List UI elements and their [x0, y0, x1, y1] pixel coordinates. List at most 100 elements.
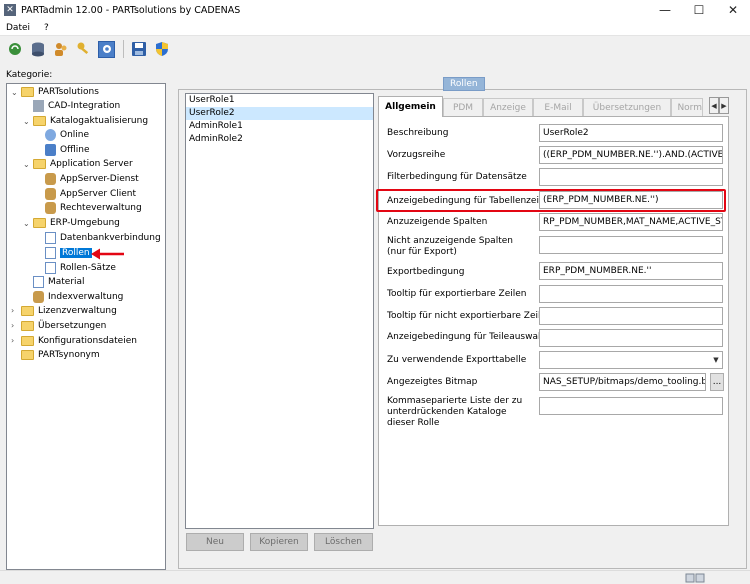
tree-item-indexverwaltung[interactable]: Indexverwaltung [33, 290, 123, 304]
tree-item-online[interactable]: Online [45, 128, 89, 142]
collapse-chevron-icon[interactable]: ⌄ [23, 219, 30, 228]
folder-icon [33, 116, 46, 126]
save-icon[interactable] [130, 41, 147, 58]
tab-email[interactable]: E-Mail [533, 98, 583, 116]
service-icon [45, 173, 56, 185]
tooltip-not-exportable-field[interactable] [539, 307, 723, 325]
tree-item-label: Lizenzverwaltung [38, 306, 117, 316]
menu-help[interactable]: ? [44, 23, 49, 33]
tree-item-erp-umgebung[interactable]: ERP-Umgebung [33, 216, 120, 230]
tree-item-material[interactable]: Material [33, 275, 85, 289]
category-tree: ⌄ PARTsolutions CAD-Integration ⌄ Katalo… [6, 83, 166, 570]
collapse-chevron-icon[interactable]: ⌄ [23, 117, 30, 126]
maximize-button[interactable]: ☐ [682, 0, 716, 20]
status-grip-icon [685, 573, 705, 583]
hidden-columns-field[interactable] [539, 236, 723, 254]
list-item[interactable]: AdminRole2 [186, 133, 373, 146]
minimize-button[interactable]: — [648, 0, 682, 20]
folder-icon [33, 218, 46, 228]
export-condition-label: Exportbedingung [387, 267, 465, 277]
expand-chevron-icon[interactable]: › [11, 336, 14, 345]
bitmap-field[interactable]: NAS_SETUP/bitmaps/demo_tooling.bmp [539, 373, 706, 391]
tab-norm[interactable]: Norm [671, 98, 703, 116]
tab-allgemein[interactable]: Allgemein [378, 96, 443, 117]
refresh-icon[interactable] [6, 41, 23, 58]
tree-item-rollen[interactable]: Rollen [45, 246, 92, 260]
list-item[interactable]: AdminRole1 [186, 120, 373, 133]
tab-pdm[interactable]: PDM [443, 98, 483, 116]
tree-item-label: Rechteverwaltung [60, 203, 142, 213]
copy-button[interactable]: Kopieren [250, 533, 308, 551]
shield-icon[interactable] [153, 41, 170, 58]
tree-item-datenbankverbindung[interactable]: Datenbankverbindung [45, 231, 161, 245]
filter-condition-field[interactable] [539, 168, 723, 186]
list-item[interactable]: UserRole1 [186, 94, 373, 107]
tree-item-uebersetzungen[interactable]: Übersetzungen [21, 319, 106, 333]
toolbar [0, 36, 750, 62]
tree-item-label: AppServer Client [60, 189, 137, 199]
displayed-columns-field[interactable]: RP_PDM_NUMBER,MAT_NAME,ACTIVE_STATE [539, 213, 723, 231]
export-condition-field[interactable]: ERP_PDM_NUMBER.NE.'' [539, 262, 723, 280]
tree-item-appserver-dienst[interactable]: AppServer-Dienst [45, 172, 139, 186]
tree-item-application-server[interactable]: Application Server [33, 157, 133, 171]
part-selection-condition-field[interactable] [539, 329, 723, 347]
users-icon[interactable] [52, 41, 69, 58]
folder-icon [21, 321, 34, 331]
collapse-chevron-icon[interactable]: ⌄ [11, 88, 18, 97]
tree-item-rollen-saetze[interactable]: Rollen-Sätze [45, 261, 116, 275]
roles-group-title: Rollen [443, 77, 485, 91]
tree-item-appserver-client[interactable]: AppServer Client [45, 187, 136, 201]
preferred-series-label: Vorzugsreihe [387, 150, 446, 160]
hidden-columns-label: Nicht anzuzeigende Spalten (nur für Expo… [387, 236, 513, 257]
folder-icon [33, 159, 46, 169]
description-field[interactable]: UserRole2 [539, 124, 723, 142]
tree-item-katalogaktualisierung[interactable]: Katalogaktualisierung [33, 114, 148, 128]
tooltip-exportable-field[interactable] [539, 285, 723, 303]
folder-icon [21, 336, 34, 346]
expand-chevron-icon[interactable]: › [11, 306, 14, 315]
collapse-chevron-icon[interactable]: ⌄ [23, 160, 30, 169]
delete-button[interactable]: Löschen [314, 533, 373, 551]
category-label: Kategorie: [6, 70, 53, 80]
expand-chevron-icon[interactable]: › [11, 321, 14, 330]
tooltip-exportable-label: Tooltip für exportierbare Zeilen [387, 289, 527, 299]
tree-item-label: Online [60, 130, 90, 140]
highlight-box [376, 189, 726, 212]
tree-item-label: Rollen [60, 248, 92, 258]
tab-scroll-left-icon[interactable]: ◀ [709, 97, 719, 114]
cad-icon [33, 100, 44, 112]
tree-item-label: PARTsynonym [38, 350, 100, 360]
settings-icon[interactable] [98, 40, 115, 58]
roles-list[interactable]: UserRole1 UserRole2 AdminRole1 AdminRole… [185, 93, 374, 529]
folder-icon [21, 306, 34, 316]
list-item[interactable]: UserRole2 [186, 107, 373, 120]
tree-item-offline[interactable]: Offline [45, 143, 90, 157]
offline-icon [45, 144, 56, 156]
chevron-down-icon[interactable]: ▼ [709, 351, 723, 369]
tab-scroll-right-icon[interactable]: ▶ [719, 97, 729, 114]
tree-item-label: ERP-Umgebung [50, 218, 120, 228]
suppressed-catalogs-field[interactable] [539, 397, 723, 415]
database-icon[interactable] [29, 41, 46, 58]
browse-button[interactable]: ... [710, 373, 724, 391]
tree-item-rechteverwaltung[interactable]: Rechteverwaltung [45, 201, 142, 215]
tab-uebersetzungen[interactable]: Übersetzungen [583, 98, 671, 116]
tree-item-label: Offline [60, 145, 90, 155]
tree-item-cad-integration[interactable]: CAD-Integration [33, 99, 120, 113]
menu-file[interactable]: Datei [6, 23, 30, 33]
tooltip-not-exportable-label: Tooltip für nicht exportierbare Zeilen [387, 311, 552, 321]
tree-item-partsynonym[interactable]: PARTsynonym [21, 348, 100, 362]
new-button[interactable]: Neu [186, 533, 244, 551]
preferred-series-field[interactable]: ((ERP_PDM_NUMBER.NE.'').AND.(ACTIVE_STA [539, 146, 723, 164]
document-icon [33, 276, 44, 288]
keys-icon[interactable] [75, 41, 92, 58]
tree-item-konfigurationsdateien[interactable]: Konfigurationsdateien [21, 334, 137, 348]
tree-item-lizenzverwaltung[interactable]: Lizenzverwaltung [21, 304, 117, 318]
filter-condition-label: Filterbedingung für Datensätze [387, 172, 527, 182]
tree-item-partsolutions[interactable]: PARTsolutions [21, 85, 99, 99]
tab-anzeige[interactable]: Anzeige [483, 98, 533, 116]
close-button[interactable]: ✕ [716, 0, 750, 20]
displayed-columns-label: Anzuzeigende Spalten [387, 217, 488, 227]
client-icon [45, 188, 56, 200]
export-table-select[interactable] [539, 351, 723, 369]
